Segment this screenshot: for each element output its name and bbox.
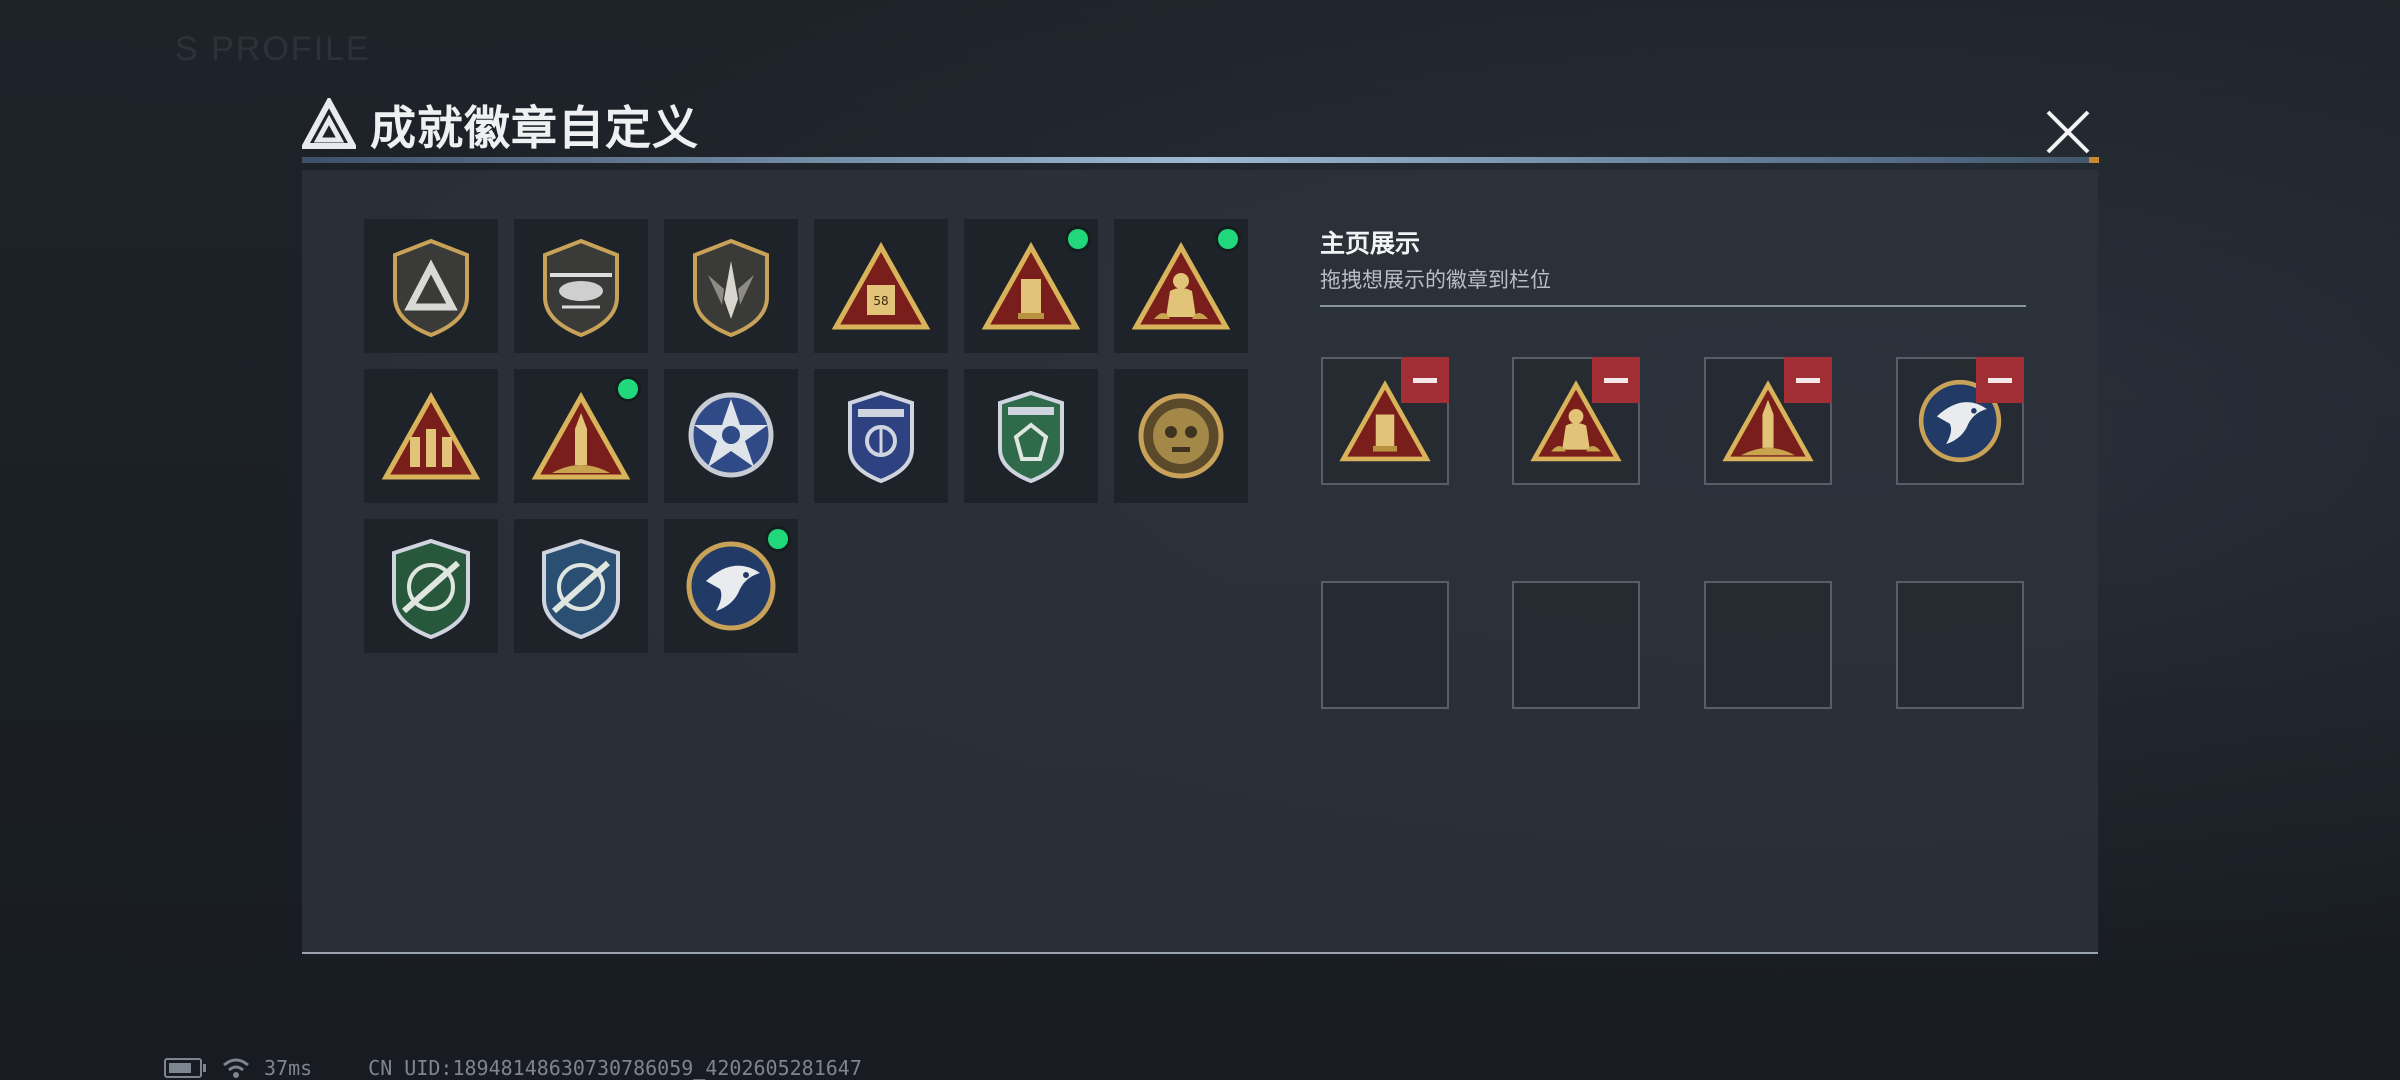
badge-cell[interactable] [1114,369,1248,503]
badge-cell[interactable] [964,219,1098,353]
delta-logo-icon [302,98,356,149]
background-title: S PROFILE [175,30,371,68]
uid-readout: CN UID:18948148630730786059_420260528164… [368,1056,862,1080]
badge-cell[interactable]: 58 [814,219,948,353]
new-indicator-dot [1218,229,1238,249]
showcase-slot-empty[interactable] [1321,581,1449,709]
badge-cell[interactable] [364,519,498,653]
new-indicator-dot [1068,229,1088,249]
triangle-squad-badge-icon [381,391,481,480]
wifi-icon [223,1058,249,1078]
badge-cell[interactable] [364,219,498,353]
new-indicator-dot [768,529,788,549]
badge-cell[interactable] [964,369,1098,503]
ping-readout: 37ms [264,1056,313,1080]
header-divider-accent [2089,157,2099,163]
silver-star-badge-icon [688,392,774,478]
green-gem-shield-badge-icon [998,390,1064,484]
gold-mask-badge-icon [1138,393,1224,479]
badge-cell[interactable] [664,519,798,653]
badge-cell[interactable] [364,369,498,503]
remove-badge-button[interactable] [1401,357,1449,403]
shield-triangle-badge-icon [393,238,469,338]
showcase-slot-empty[interactable] [1896,581,2024,709]
badge-cell[interactable] [1114,219,1248,353]
showcase-divider [1320,305,2026,307]
showcase-subtitle: 拖拽想展示的徽章到栏位 [1320,268,1551,292]
close-icon[interactable] [2040,104,2096,160]
badge-cell[interactable] [514,219,648,353]
new-indicator-dot [618,379,638,399]
showcase-slot-empty[interactable] [1704,581,1832,709]
remove-badge-button[interactable] [1784,357,1832,403]
blue-crosshair-shield-badge-icon [542,538,620,640]
green-crosshair-shield-badge-icon [392,538,470,640]
status-bar: 37ms CN UID:18948148630730786059_4202605… [164,1056,862,1080]
triangle-58-badge-icon: 58 [831,241,931,330]
dialog-header: 成就徽章自定义 [302,92,699,158]
showcase-slot[interactable] [1512,357,1640,485]
battery-icon [164,1058,206,1078]
header-divider [302,157,2099,163]
badge-cell[interactable] [664,369,798,503]
remove-badge-button[interactable] [1976,357,2024,403]
badge-cell[interactable] [814,369,948,503]
showcase-slot[interactable] [1321,357,1449,485]
showcase-slot[interactable] [1704,357,1832,485]
badge-cell[interactable] [514,369,648,503]
helicopter-shield-badge-icon [543,238,619,338]
dialog-title: 成就徽章自定义 [370,101,699,155]
blue-wing-shield-badge-icon [848,390,914,484]
showcase-slot-empty[interactable] [1512,581,1640,709]
remove-badge-button[interactable] [1592,357,1640,403]
showcase-title: 主页展示 [1320,229,1421,258]
showcase-slot[interactable] [1896,357,2024,485]
badge-cell[interactable] [514,519,648,653]
badge-cell[interactable] [664,219,798,353]
dagger-shield-badge-icon [693,238,769,338]
svg-text:58: 58 [873,294,888,308]
